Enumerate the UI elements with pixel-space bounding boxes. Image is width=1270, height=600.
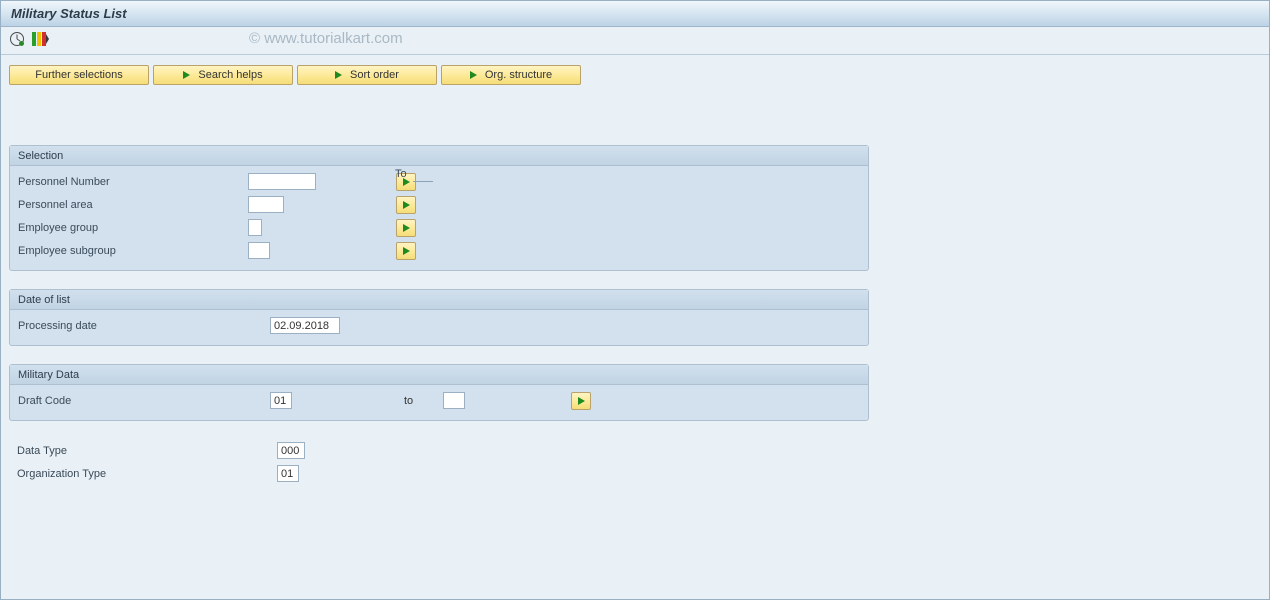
selection-toolbar: Further selections Search helps Sort ord…	[9, 65, 1261, 85]
watermark: © www.tutorialkart.com	[249, 30, 403, 47]
arrow-right-icon	[335, 71, 342, 79]
personnel-area-input[interactable]	[248, 196, 284, 213]
search-helps-button[interactable]: Search helps	[153, 65, 293, 85]
appbar: © www.tutorialkart.com	[1, 27, 1269, 55]
draft-code-label: Draft Code	[18, 395, 270, 407]
processing-date-label: Processing date	[18, 320, 270, 332]
arrow-right-icon	[470, 71, 477, 79]
page-title: Military Status List	[11, 6, 127, 21]
date-of-list-group: Date of list Processing date	[9, 289, 869, 346]
organization-type-input[interactable]	[277, 465, 299, 482]
to-column-header: To	[395, 168, 407, 180]
data-type-row: Data Type	[9, 439, 1261, 462]
selection-header: Selection	[10, 146, 868, 166]
arrow-right-icon	[578, 397, 585, 405]
data-type-input[interactable]	[277, 442, 305, 459]
further-selections-button[interactable]: Further selections	[9, 65, 149, 85]
layout-icon[interactable]	[31, 31, 49, 50]
search-helps-label: Search helps	[198, 69, 262, 81]
employee-subgroup-multiselect-button[interactable]	[396, 242, 416, 260]
draft-code-from-input[interactable]	[270, 392, 292, 409]
draft-code-to-label: to	[404, 395, 413, 407]
titlebar: Military Status List	[1, 1, 1269, 27]
processing-date-input[interactable]	[270, 317, 340, 334]
content: Further selections Search helps Sort ord…	[1, 55, 1269, 495]
personnel-area-row: Personnel area	[18, 193, 860, 216]
draft-code-to-input[interactable]	[443, 392, 465, 409]
date-of-list-header: Date of list	[10, 290, 868, 310]
execute-icon[interactable]	[9, 31, 25, 50]
processing-date-row: Processing date	[18, 314, 860, 337]
employee-group-input[interactable]	[248, 219, 262, 236]
personnel-area-multiselect-button[interactable]	[396, 196, 416, 214]
selection-group: Selection Personnel Number Personnel are…	[9, 145, 869, 271]
military-data-group: Military Data Draft Code to	[9, 364, 869, 421]
employee-group-row: Employee group	[18, 216, 860, 239]
employee-group-label: Employee group	[18, 222, 248, 234]
personnel-number-input[interactable]	[248, 173, 316, 190]
military-data-header: Military Data	[10, 365, 868, 385]
personnel-number-label: Personnel Number	[18, 176, 248, 188]
further-selections-label: Further selections	[35, 69, 122, 81]
draft-code-multiselect-button[interactable]	[571, 392, 591, 410]
org-structure-label: Org. structure	[485, 69, 552, 81]
employee-group-multiselect-button[interactable]	[396, 219, 416, 237]
sort-order-button[interactable]: Sort order	[297, 65, 437, 85]
arrow-right-icon	[403, 201, 410, 209]
sort-order-label: Sort order	[350, 69, 399, 81]
employee-subgroup-input[interactable]	[248, 242, 270, 259]
org-structure-button[interactable]: Org. structure	[441, 65, 581, 85]
to-column-underline	[413, 181, 433, 182]
arrow-right-icon	[403, 224, 410, 232]
organization-type-row: Organization Type	[9, 462, 1261, 485]
personnel-area-label: Personnel area	[18, 199, 248, 211]
window: Military Status List © www.tutorialkart.…	[0, 0, 1270, 600]
data-type-label: Data Type	[17, 445, 277, 457]
arrow-right-icon	[183, 71, 190, 79]
arrow-right-icon	[403, 247, 410, 255]
organization-type-label: Organization Type	[17, 468, 277, 480]
draft-code-row: Draft Code to	[18, 389, 860, 412]
employee-subgroup-row: Employee subgroup	[18, 239, 860, 262]
personnel-number-row: Personnel Number	[18, 170, 860, 193]
employee-subgroup-label: Employee subgroup	[18, 245, 248, 257]
